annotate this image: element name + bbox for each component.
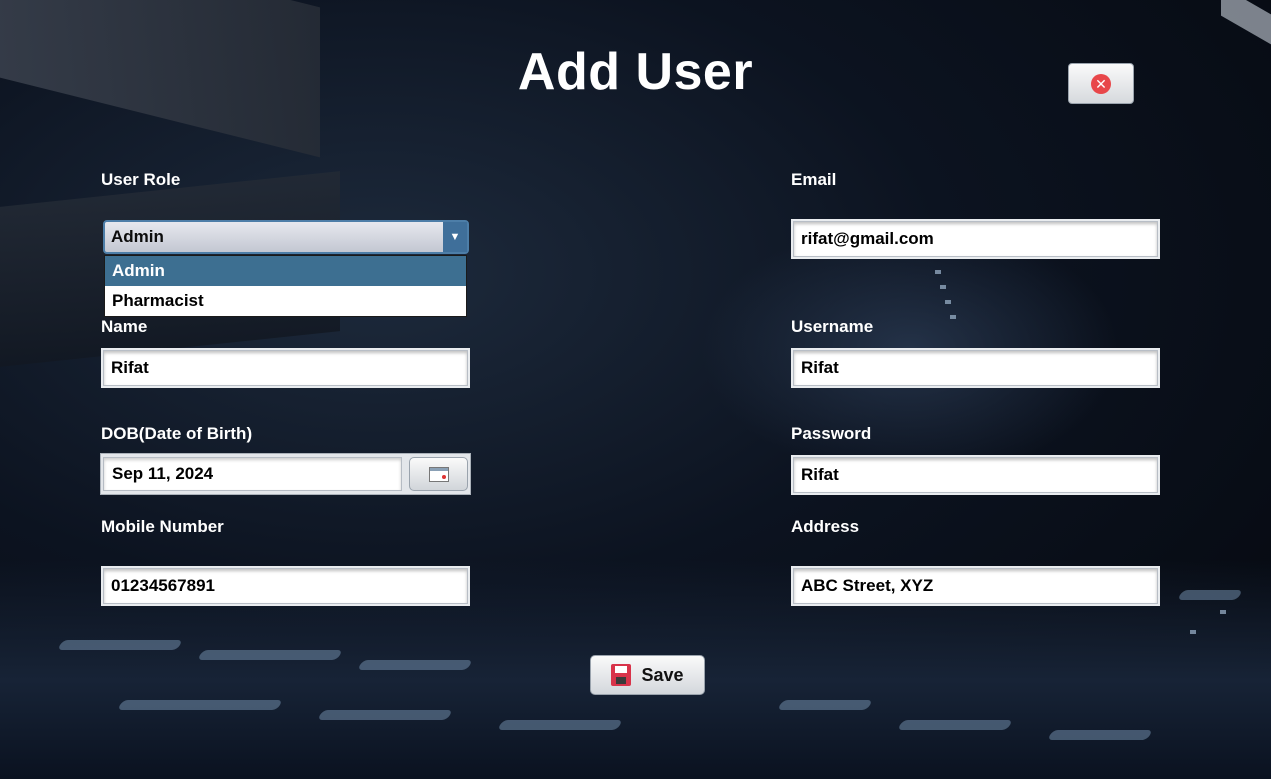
user-role-label: User Role xyxy=(101,170,181,189)
dob-label: DOB(Date of Birth) xyxy=(101,424,253,443)
email-field[interactable]: rifat@gmail.com xyxy=(793,221,1158,257)
calendar-button[interactable] xyxy=(409,457,468,491)
email-label: Email xyxy=(791,170,837,189)
dob-field[interactable]: Sep 11, 2024 xyxy=(103,457,402,491)
user-role-select[interactable]: Admin ▼ xyxy=(103,220,469,254)
close-button[interactable]: ✕ xyxy=(1068,63,1134,104)
user-role-option-pharmacist[interactable]: Pharmacist xyxy=(105,286,466,316)
save-button[interactable]: Save xyxy=(590,655,705,695)
username-field[interactable]: Rifat xyxy=(793,350,1158,386)
password-label: Password xyxy=(791,424,872,443)
floppy-disk-icon xyxy=(611,664,632,686)
user-role-dropdown: Admin Pharmacist xyxy=(104,255,467,317)
dob-date-picker: Sep 11, 2024 xyxy=(100,453,471,495)
user-role-option-admin[interactable]: Admin xyxy=(105,256,466,286)
address-field[interactable]: ABC Street, XYZ xyxy=(793,568,1158,604)
chevron-down-icon[interactable]: ▼ xyxy=(443,222,467,252)
name-field[interactable]: Rifat xyxy=(103,350,468,386)
close-circle-icon: ✕ xyxy=(1091,73,1111,94)
mobile-label: Mobile Number xyxy=(101,517,224,536)
address-label: Address xyxy=(791,517,860,536)
save-button-label: Save xyxy=(641,664,684,685)
mobile-field[interactable]: 01234567891 xyxy=(103,568,468,604)
calendar-icon xyxy=(428,466,449,482)
username-label: Username xyxy=(791,317,874,336)
password-field[interactable]: Rifat xyxy=(793,457,1158,493)
user-role-selected-value: Admin xyxy=(111,227,164,246)
name-label: Name xyxy=(101,317,148,336)
